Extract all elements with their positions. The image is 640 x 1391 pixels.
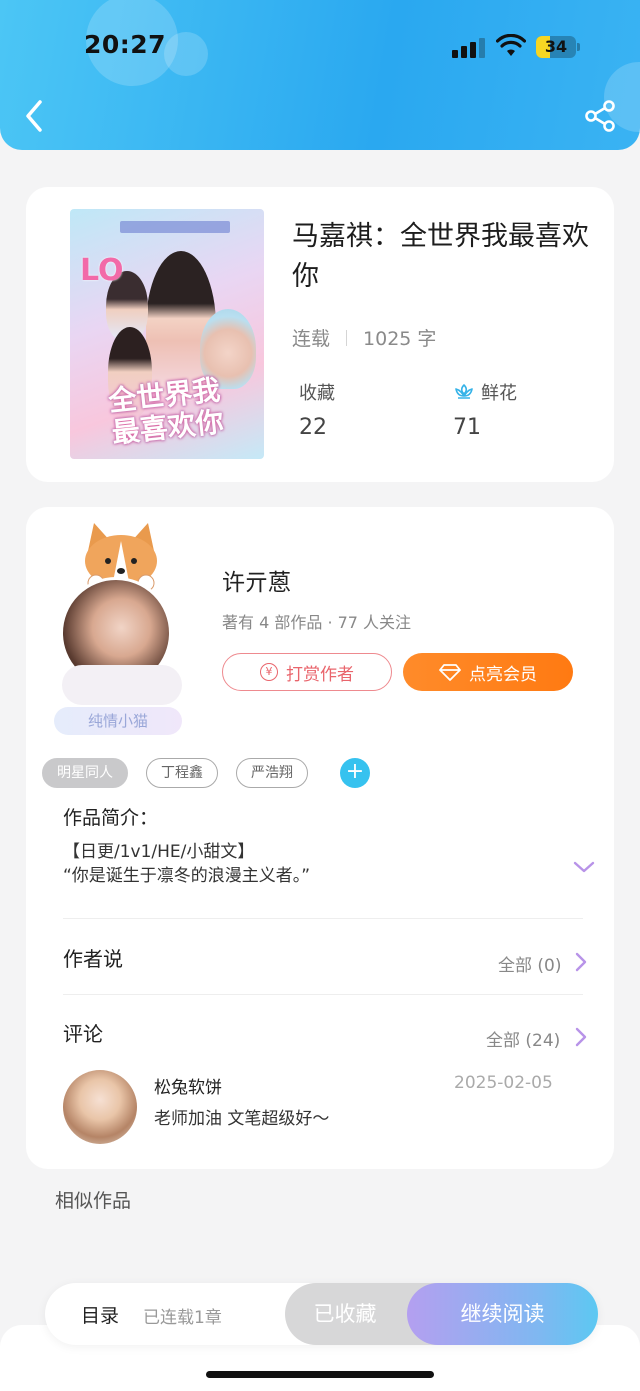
chevron-right-icon[interactable] — [574, 951, 588, 973]
flowers-label: 鲜花 — [481, 383, 517, 404]
bottom-action-bar: 目录 已连载1章 已收藏 继续阅读 — [45, 1283, 598, 1345]
book-info-card: LO 全世界我 最喜欢你 马嘉祺：全世界我最喜欢你 连载 1025 字 收藏 22… — [26, 187, 614, 482]
app-header: 20:27 34 — [0, 0, 640, 150]
share-icon[interactable] — [582, 98, 618, 134]
vip-button[interactable]: 点亮会员 — [403, 653, 573, 691]
comment-date: 2025-02-05 — [454, 1073, 553, 1093]
diamond-icon — [439, 664, 461, 681]
author-badge: 纯情小猫 — [54, 707, 182, 735]
continue-reading-button[interactable]: 继续阅读 — [407, 1283, 598, 1345]
toc-button[interactable]: 目录 — [81, 1301, 119, 1328]
cover-decoration: LO — [80, 253, 124, 288]
divider — [346, 329, 348, 346]
author-says-more[interactable]: 全部 (0) — [498, 951, 561, 976]
comments-more[interactable]: 全部 (24) — [486, 1026, 560, 1051]
avatar[interactable] — [63, 1070, 137, 1144]
tip-author-label: 打赏作者 — [286, 664, 354, 685]
home-indicator — [206, 1371, 434, 1378]
decor-bubble — [164, 32, 208, 76]
intro-line: “你是诞生于凛冬的浪漫主义者。” — [63, 866, 311, 886]
similar-works-label: 相似作品 — [55, 1190, 132, 1212]
cloud-decoration — [62, 665, 182, 705]
favorites-label: 收藏 — [299, 383, 335, 404]
tip-author-button[interactable]: ¥ 打赏作者 — [222, 653, 392, 691]
flowers-stat[interactable]: 鲜花 71 — [453, 379, 517, 440]
toc-status: 已连载1章 — [143, 1308, 222, 1328]
favorites-count: 22 — [299, 415, 327, 440]
tag-item[interactable]: 严浩翔 — [236, 758, 308, 788]
signal-icon — [452, 36, 486, 58]
author-card: 纯情小猫 许亓蒽 著有 4 部作品 · 77 人关注 ¥ 打赏作者 点亮会员 明… — [26, 507, 614, 1169]
divider — [63, 994, 583, 995]
flowers-count: 71 — [453, 415, 481, 440]
chevron-right-icon[interactable] — [574, 1026, 588, 1048]
comment-user[interactable]: 松兔软饼 — [154, 1073, 222, 1098]
yen-coin-icon: ¥ — [260, 663, 278, 681]
author-says-label: 作者说 — [63, 947, 123, 971]
chevron-down-icon[interactable] — [572, 859, 596, 875]
book-status: 连载 — [292, 328, 331, 350]
favorited-label: 已收藏 — [313, 1302, 377, 1326]
comment-text: 老师加油 文笔超级好～ — [154, 1109, 330, 1129]
comments-label: 评论 — [63, 1022, 103, 1046]
author-meta: 著有 4 部作品 · 77 人关注 — [222, 613, 412, 632]
battery-percent: 34 — [544, 37, 568, 56]
battery-icon: 34 — [536, 36, 580, 58]
wifi-icon — [496, 34, 526, 56]
vip-label: 点亮会员 — [469, 664, 537, 685]
cover-title-art: 全世界我 最喜欢你 — [106, 373, 226, 450]
add-tag-button[interactable]: + — [340, 758, 370, 788]
book-title: 马嘉祺：全世界我最喜欢你 — [292, 221, 589, 292]
tag-item[interactable]: 丁程鑫 — [146, 758, 218, 788]
intro-label: 作品简介： — [63, 807, 159, 829]
intro-text: 【日更/1v1/HE/小甜文】 “你是诞生于凛冬的浪漫主义者。” — [63, 840, 310, 888]
intro-line: 【日更/1v1/HE/小甜文】 — [63, 842, 255, 862]
book-word-count: 1025 字 — [363, 328, 437, 350]
tag-list: 明星同人 丁程鑫 严浩翔 + — [42, 758, 370, 788]
favorites-stat: 收藏 22 — [299, 379, 335, 440]
author-name[interactable]: 许亓蒽 — [222, 563, 291, 597]
divider — [63, 918, 583, 919]
book-cover[interactable]: LO 全世界我 最喜欢你 — [70, 209, 264, 459]
book-meta: 连载 1025 字 — [292, 324, 436, 351]
chevron-left-icon[interactable] — [20, 96, 50, 136]
tag-item[interactable]: 明星同人 — [42, 758, 128, 788]
author-avatar-frame[interactable]: 纯情小猫 — [46, 515, 196, 735]
status-time: 20:27 — [84, 30, 167, 59]
flower-icon — [455, 384, 473, 399]
